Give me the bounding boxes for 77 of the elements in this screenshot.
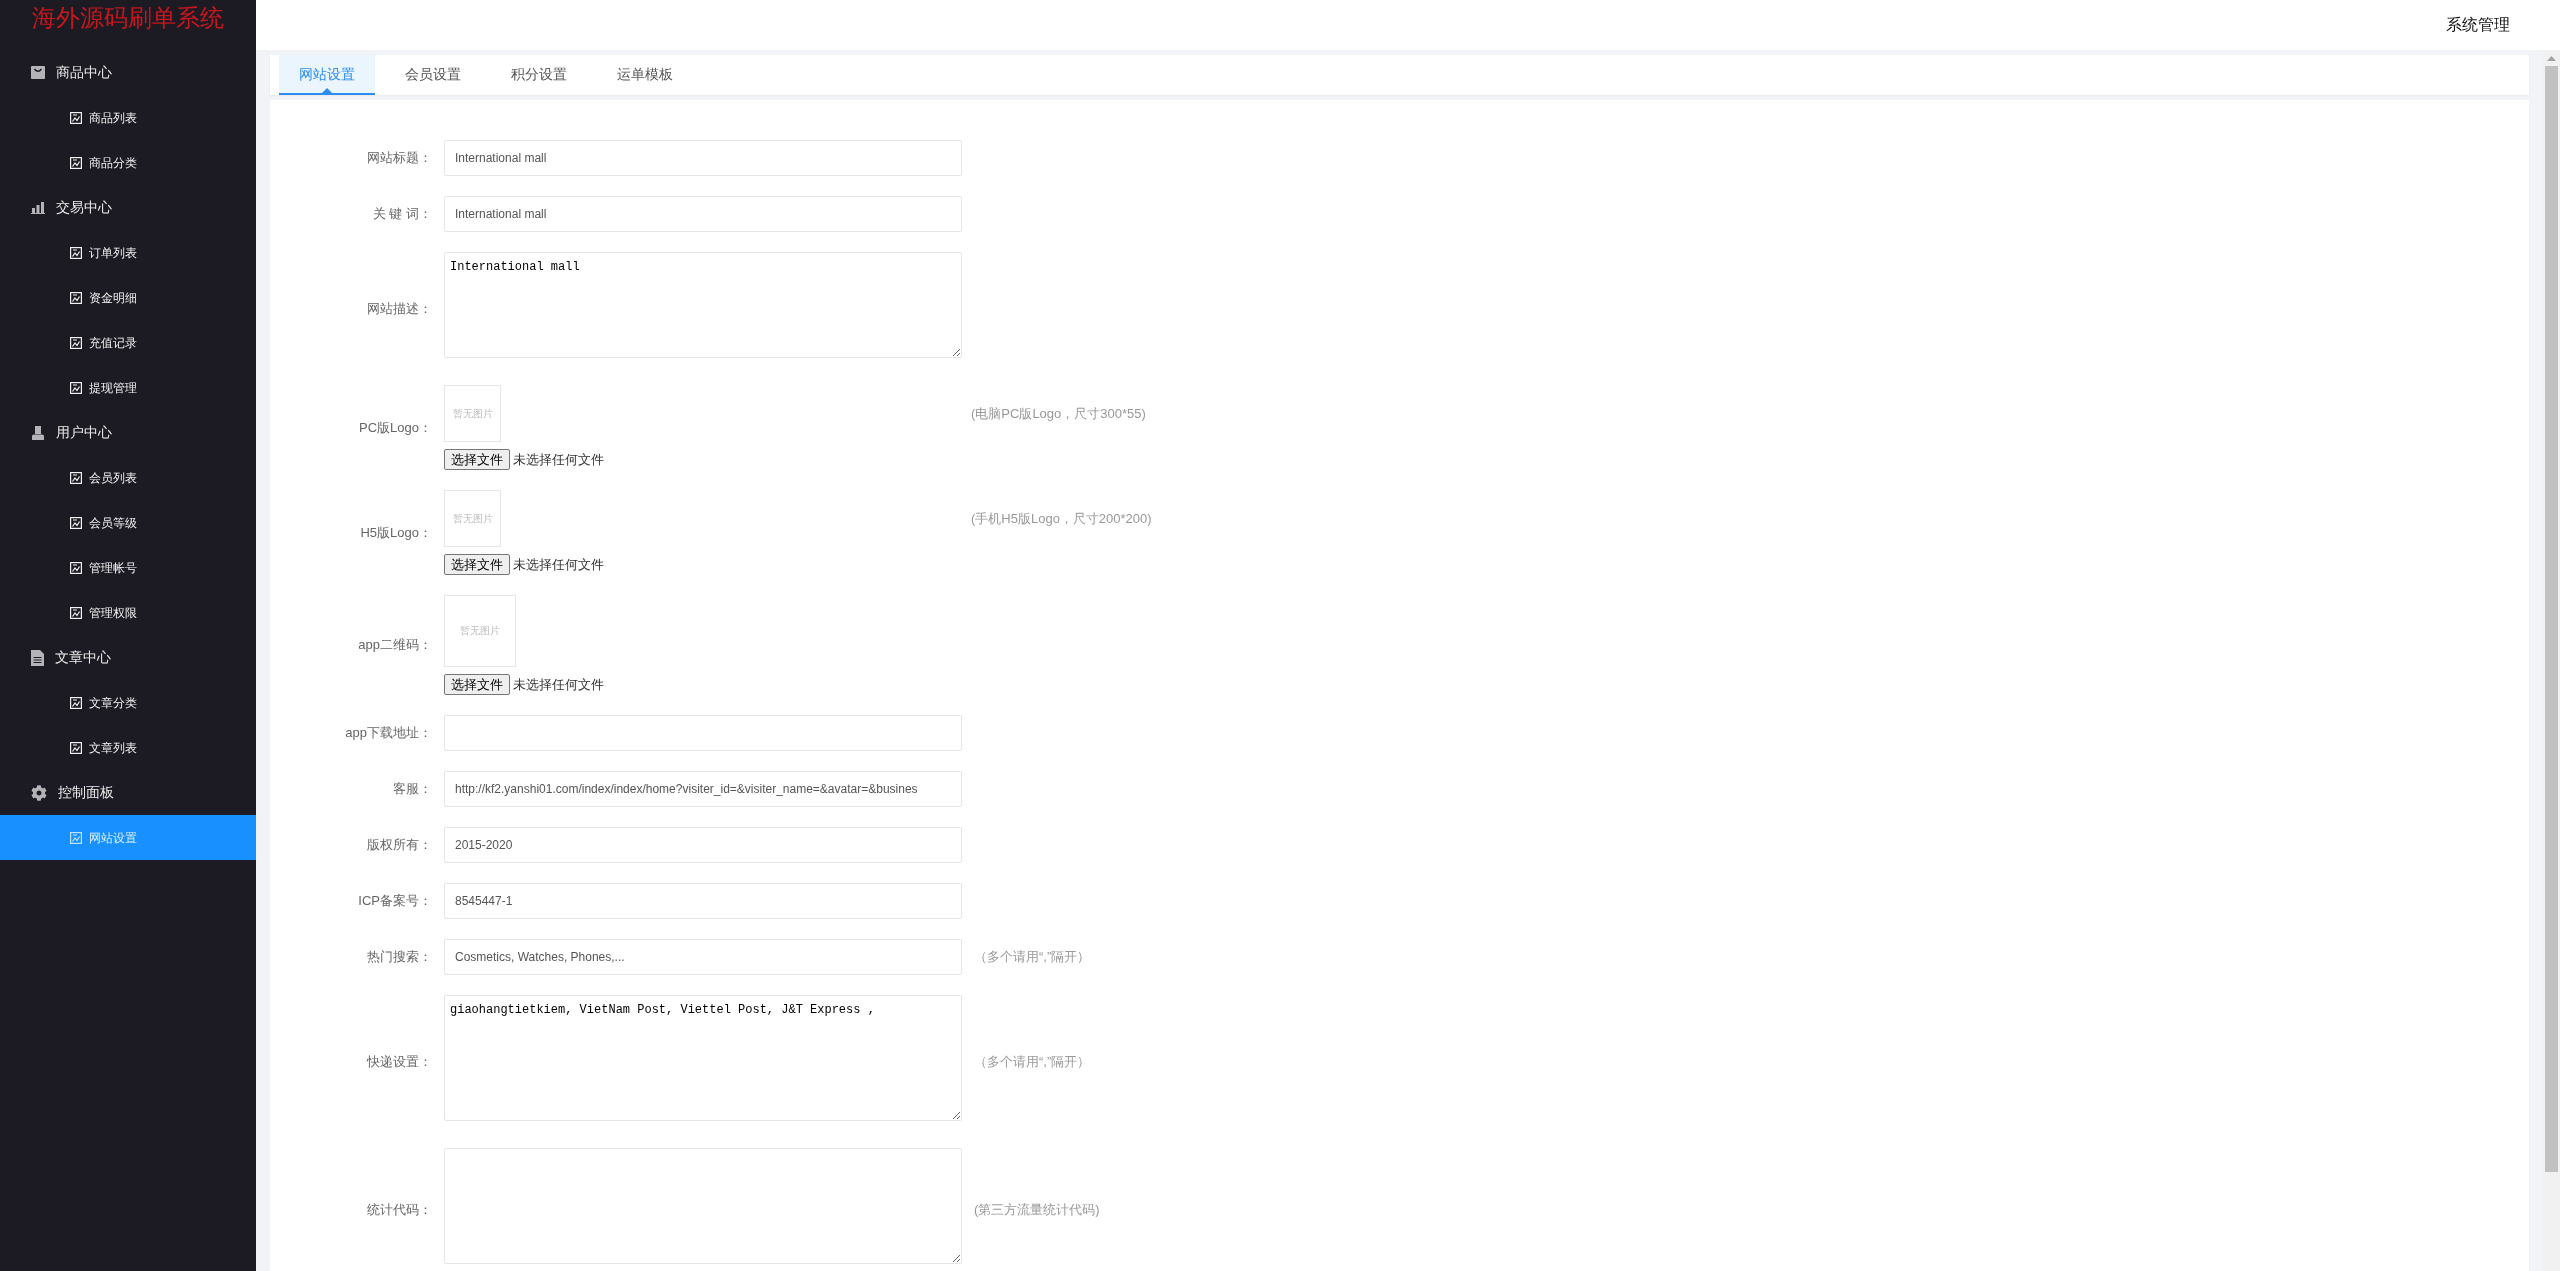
choose-file-button[interactable]: 选择文件 <box>444 554 510 575</box>
field-label: 客服： <box>392 780 432 799</box>
menu-item[interactable]: 商品分类 <box>0 140 256 185</box>
menu-item[interactable]: 资金明细 <box>0 275 256 320</box>
choose-file-button[interactable]: 选择文件 <box>444 674 510 695</box>
input-field[interactable]: http://kf2.yanshi01.com/index/index/home?visiter_id=&visiter_name=&avatar=&busines <box>444 771 962 807</box>
chart-square-icon <box>70 831 82 844</box>
chart-square-icon <box>70 696 82 709</box>
textarea-field[interactable]: International mall <box>444 252 962 358</box>
menu-item[interactable]: 会员列表 <box>0 455 256 500</box>
bar-chart-icon <box>31 201 45 214</box>
menu-item[interactable]: 管理帐号 <box>0 545 256 590</box>
menu-item[interactable]: 文章列表 <box>0 725 256 770</box>
chart-square-icon <box>70 606 82 619</box>
menu-item[interactable]: 提现管理 <box>0 365 256 410</box>
tab[interactable]: 运单模板 <box>597 55 693 95</box>
chart-square-icon <box>70 111 82 124</box>
file-status-text: 未选择任何文件 <box>513 555 604 574</box>
menu-group[interactable]: 用户中心 <box>0 410 256 455</box>
file-status-text: 未选择任何文件 <box>513 675 604 694</box>
field-label: PC版Logo： <box>358 418 432 437</box>
field-label: 统计代码： <box>366 1200 432 1219</box>
app-title: 海外源码刷单系统 <box>32 3 224 33</box>
input-field[interactable]: Cosmetics, Watches, Phones,... <box>444 939 962 975</box>
admin-menu-link[interactable]: 系统管理 <box>2446 13 2510 37</box>
menu-group[interactable]: 交易中心 <box>0 185 256 230</box>
menu-group[interactable]: 商品中心 <box>0 50 256 95</box>
menu-group[interactable]: 文章中心 <box>0 635 256 680</box>
field-label: ICP备案号： <box>357 892 432 911</box>
field-hint: （多个请用“,”隔开） <box>974 1052 1091 1071</box>
menu-item[interactable]: 商品列表 <box>0 95 256 140</box>
tab[interactable]: 积分设置 <box>491 55 587 95</box>
menu-item[interactable]: 订单列表 <box>0 230 256 275</box>
scroll-up-icon[interactable] <box>2547 56 2556 61</box>
field-label: app下载地址： <box>344 724 432 743</box>
file-status-text: 未选择任何文件 <box>513 450 604 469</box>
chart-square-icon <box>70 471 82 484</box>
user-icon <box>31 425 45 440</box>
menu-item[interactable]: 文章分类 <box>0 680 256 725</box>
field-label: app二维码： <box>357 636 432 655</box>
chart-square-icon <box>70 741 82 754</box>
field-label: 网站描述： <box>366 299 432 318</box>
input-field[interactable] <box>444 715 962 751</box>
chart-square-icon <box>70 336 82 349</box>
field-label: 快递设置： <box>366 1052 432 1071</box>
tab[interactable]: 会员设置 <box>385 55 481 95</box>
document-icon <box>31 649 44 666</box>
input-field[interactable]: 8545447-1 <box>444 883 962 919</box>
field-hint: (第三方流量统计代码) <box>974 1200 1100 1219</box>
field-hint: (电脑PC版Logo，尺寸300*55) <box>971 404 1146 423</box>
menu-item[interactable]: 管理权限 <box>0 590 256 635</box>
field-label: 网站标题： <box>366 149 432 168</box>
field-label: 关 键 词： <box>371 205 432 224</box>
chart-square-icon <box>70 291 82 304</box>
chart-square-icon <box>70 381 82 394</box>
field-hint: （多个请用“,”隔开） <box>974 948 1091 967</box>
choose-file-button[interactable]: 选择文件 <box>444 449 510 470</box>
field-label: 热门搜索： <box>366 948 432 967</box>
triangle-icon <box>322 88 332 93</box>
field-label: 版权所有： <box>366 836 432 855</box>
chart-square-icon <box>70 561 82 574</box>
bag-icon <box>31 66 45 79</box>
chart-square-icon <box>70 156 82 169</box>
textarea-field[interactable]: giaohangtietkiem, VietNam Post, Viettel Post, J&T Express , <box>444 995 962 1121</box>
gear-icon <box>31 784 47 801</box>
textarea-field[interactable] <box>444 1148 962 1264</box>
input-field[interactable]: International mall <box>444 140 962 176</box>
input-field[interactable]: International mall <box>444 196 962 232</box>
menu-item[interactable]: 会员等级 <box>0 500 256 545</box>
menu-item[interactable]: 充值记录 <box>0 320 256 365</box>
chart-square-icon <box>70 516 82 529</box>
menu-group[interactable]: 控制面板 <box>0 770 256 815</box>
chart-square-icon <box>70 246 82 259</box>
scrollbar-thumb[interactable] <box>2545 66 2558 1172</box>
field-hint: (手机H5版Logo，尺寸200*200) <box>971 509 1152 528</box>
field-label: H5版Logo： <box>359 523 432 542</box>
input-field[interactable]: 2015-2020 <box>444 827 962 863</box>
